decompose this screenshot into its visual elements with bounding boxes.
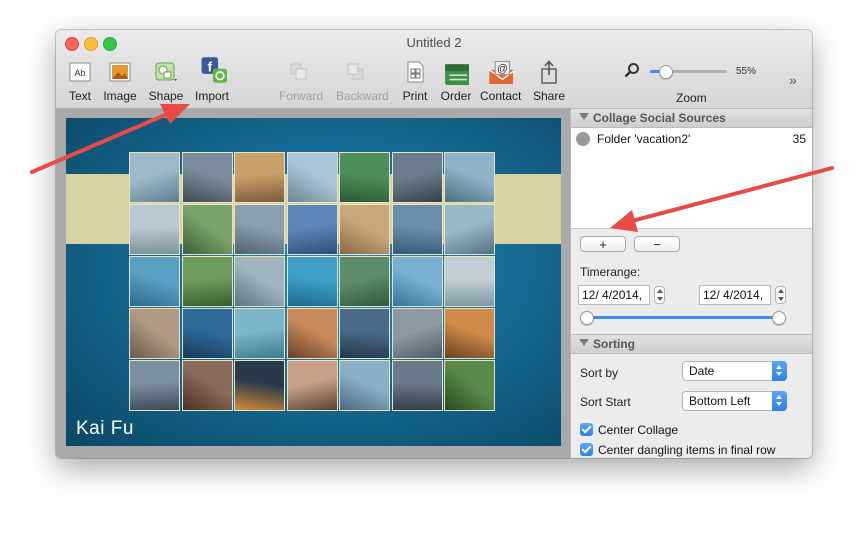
annotation-arrow-add: [610, 166, 834, 232]
annotation-arrow-import: [30, 104, 190, 174]
annotation-arrows: [30, 104, 834, 232]
